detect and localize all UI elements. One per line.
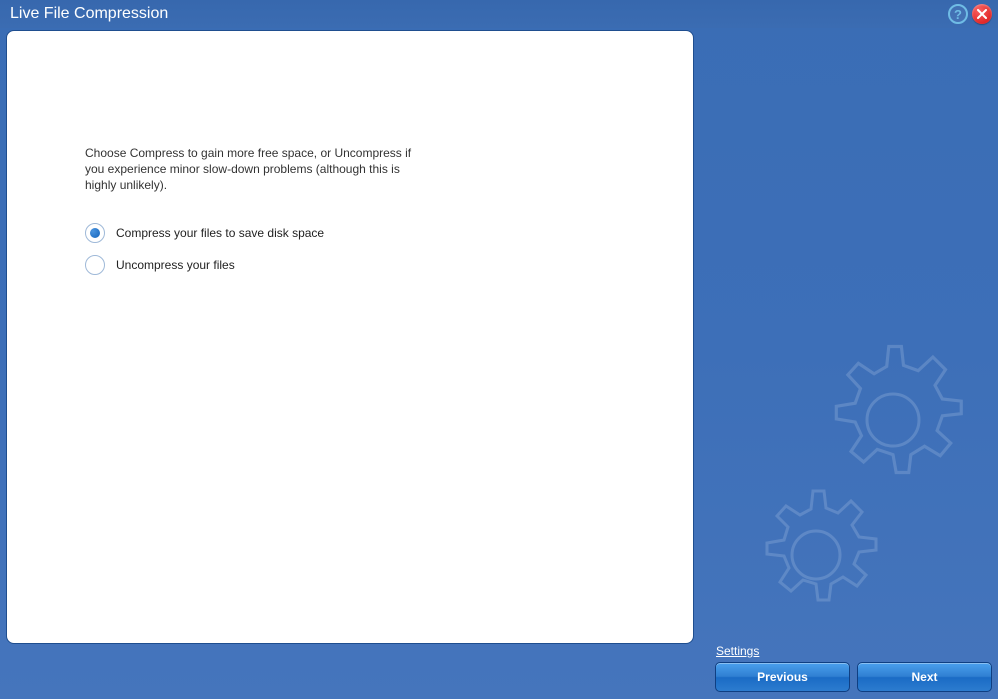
radio-uncompress-label: Uncompress your files [116,258,235,272]
content-panel: Choose Compress to gain more free space,… [6,30,694,644]
radio-indicator [85,255,105,275]
previous-button[interactable]: Previous [715,662,850,692]
radio-compress[interactable]: Compress your files to save disk space [85,223,324,243]
settings-link[interactable]: Settings [716,644,759,658]
radio-uncompress[interactable]: Uncompress your files [85,255,324,275]
decorative-gears-icon [708,330,998,650]
close-icon[interactable] [972,4,992,24]
window-title: Live File Compression [10,5,168,23]
help-icon[interactable]: ? [948,4,968,24]
radio-indicator [85,223,105,243]
wizard-window: Live File Compression ? Choose Compress … [0,0,998,699]
instruction-text: Choose Compress to gain more free space,… [85,145,415,194]
titlebar: Live File Compression ? [0,0,998,28]
titlebar-controls: ? [948,4,992,24]
radio-compress-label: Compress your files to save disk space [116,226,324,240]
nav-buttons: Previous Next [715,662,992,692]
next-button[interactable]: Next [857,662,992,692]
compression-options: Compress your files to save disk space U… [85,223,324,287]
